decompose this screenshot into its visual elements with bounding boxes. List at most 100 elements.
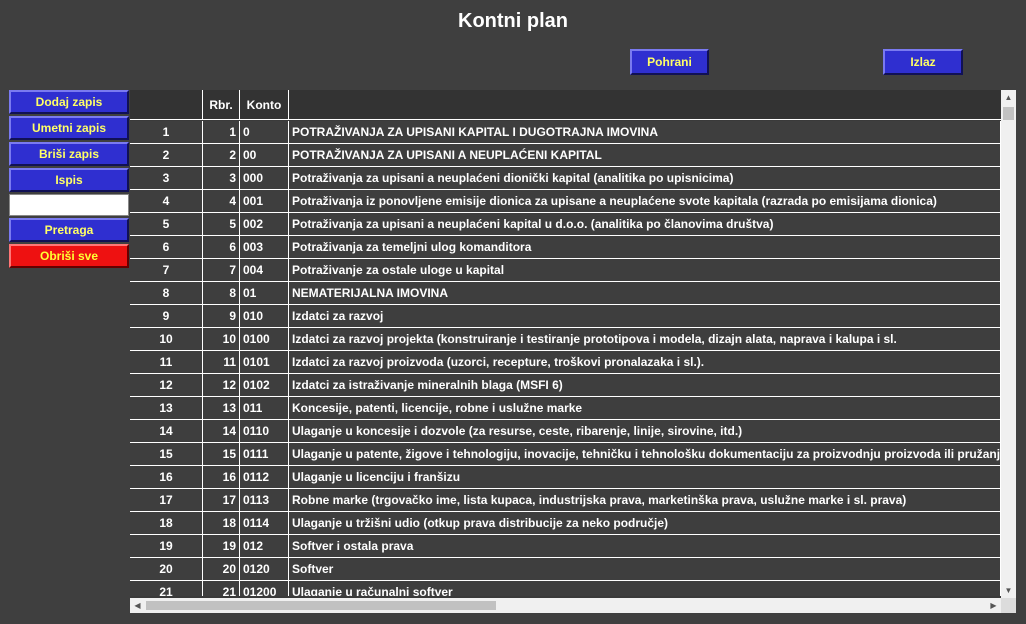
table-row[interactable]: 18 18 0114 Ulaganje u tržišni udio (otkup p… [130,512,1001,535]
table-row[interactable]: 21 21 01200 Ulaganje u računalni softver [130,581,1001,596]
table-row[interactable]: 13 13 011 Koncesije, patenti, licencije, ro… [130,397,1001,420]
description-cell[interactable]: POTRAŽIVANJA ZA UPISANI KAPITAL I DUGOTR… [289,121,1001,143]
table-row[interactable]: 7 7 004 Potraživanje za ostale uloge u kapi… [130,259,1001,282]
row-number-cell[interactable]: 19 [130,535,203,557]
row-number-cell[interactable]: 8 [130,282,203,304]
konto-cell[interactable]: 01 [240,282,289,304]
description-cell[interactable]: NEMATERIJALNA IMOVINA [289,282,1001,304]
konto-cell[interactable]: 0100 [240,328,289,350]
table-row[interactable]: 5 5 002 Potraživanja za upisani a neuplaćen… [130,213,1001,236]
konto-cell[interactable]: 0111 [240,443,289,465]
search-button[interactable]: Pretraga [9,218,129,242]
row-number-cell[interactable]: 11 [130,351,203,373]
search-input[interactable] [9,194,129,216]
column-header-description[interactable] [289,90,1001,120]
rbr-cell[interactable]: 5 [203,213,240,235]
table-row[interactable]: 9 9 010 Izdatci za razvoj [130,305,1001,328]
row-number-cell[interactable]: 15 [130,443,203,465]
column-header-rbr[interactable]: Rbr. [203,90,240,120]
konto-cell[interactable]: 0 [240,121,289,143]
row-number-cell[interactable]: 14 [130,420,203,442]
table-row[interactable]: 6 6 003 Potraživanja za temeljni ulog koman… [130,236,1001,259]
description-cell[interactable]: POTRAŽIVANJA ZA UPISANI A NEUPLAĆENI KAP… [289,144,1001,166]
konto-cell[interactable]: 012 [240,535,289,557]
row-number-cell[interactable]: 5 [130,213,203,235]
add-record-button[interactable]: Dodaj zapis [9,90,129,114]
konto-cell[interactable]: 0110 [240,420,289,442]
description-cell[interactable]: Ulaganje u računalni softver [289,581,1001,596]
table-row[interactable]: 12 12 0102 Izdatci za istraživanje mineraln… [130,374,1001,397]
row-number-cell[interactable]: 20 [130,558,203,580]
row-number-cell[interactable]: 2 [130,144,203,166]
table-row[interactable]: 11 11 0101 Izdatci za razvoj proizvoda (uzo… [130,351,1001,374]
scroll-down-icon[interactable]: ▼ [1001,583,1016,598]
row-number-cell[interactable]: 18 [130,512,203,534]
scroll-up-icon[interactable]: ▲ [1001,90,1016,105]
konto-cell[interactable]: 0114 [240,512,289,534]
description-cell[interactable]: Potraživanja za upisani a neuplaćeni kap… [289,213,1001,235]
rbr-cell[interactable]: 13 [203,397,240,419]
rbr-cell[interactable]: 4 [203,190,240,212]
description-cell[interactable]: Potraživanja za temeljni ulog komanditor… [289,236,1001,258]
rbr-cell[interactable]: 3 [203,167,240,189]
konto-cell[interactable]: 003 [240,236,289,258]
exit-button[interactable]: Izlaz [883,49,963,75]
konto-cell[interactable]: 0113 [240,489,289,511]
konto-cell[interactable]: 01200 [240,581,289,596]
description-cell[interactable]: Potraživanja za upisani a neuplaćeni dio… [289,167,1001,189]
delete-record-button[interactable]: Briši zapis [9,142,129,166]
vertical-scroll-thumb[interactable] [1003,107,1014,120]
description-cell[interactable]: Izdatci za razvoj projekta (konstruiranj… [289,328,1001,350]
rbr-cell[interactable]: 15 [203,443,240,465]
row-number-cell[interactable]: 1 [130,121,203,143]
description-cell[interactable]: Koncesije, patenti, licencije, robne i u… [289,397,1001,419]
rbr-cell[interactable]: 1 [203,121,240,143]
table-row[interactable]: 15 15 0111 Ulaganje u patente, žigove i teh… [130,443,1001,466]
konto-cell[interactable]: 011 [240,397,289,419]
table-row[interactable]: 1 1 0 POTRAŽIVANJA ZA UPISANI KAPITAL I DUG… [130,121,1001,144]
description-cell[interactable]: Potraživanje za ostale uloge u kapital [289,259,1001,281]
table-row[interactable]: 16 16 0112 Ulaganje u licenciju i franšizu [130,466,1001,489]
description-cell[interactable]: Softver i ostala prava [289,535,1001,557]
description-cell[interactable]: Potraživanja iz ponovljene emisije dioni… [289,190,1001,212]
konto-cell[interactable]: 010 [240,305,289,327]
rbr-cell[interactable]: 6 [203,236,240,258]
rbr-cell[interactable]: 7 [203,259,240,281]
description-cell[interactable]: Ulaganje u tržišni udio (otkup prava dis… [289,512,1001,534]
print-button[interactable]: Ispis [9,168,129,192]
table-row[interactable]: 4 4 001 Potraživanja iz ponovljene emisije … [130,190,1001,213]
table-row[interactable]: 19 19 012 Softver i ostala prava [130,535,1001,558]
rbr-cell[interactable]: 11 [203,351,240,373]
rbr-cell[interactable]: 18 [203,512,240,534]
konto-cell[interactable]: 0112 [240,466,289,488]
konto-cell[interactable]: 000 [240,167,289,189]
column-header-konto[interactable]: Konto [240,90,289,120]
table-row[interactable]: 8 8 01 NEMATERIJALNA IMOVINA [130,282,1001,305]
konto-cell[interactable]: 0102 [240,374,289,396]
vertical-scrollbar[interactable]: ▲ ▼ [1001,90,1016,598]
row-number-cell[interactable]: 17 [130,489,203,511]
rbr-cell[interactable]: 17 [203,489,240,511]
clear-all-button[interactable]: Obriši sve [9,244,129,268]
rbr-cell[interactable]: 12 [203,374,240,396]
table-row[interactable]: 20 20 0120 Softver [130,558,1001,581]
konto-cell[interactable]: 001 [240,190,289,212]
rbr-cell[interactable]: 2 [203,144,240,166]
row-number-cell[interactable]: 9 [130,305,203,327]
description-cell[interactable]: Softver [289,558,1001,580]
column-header-rownum[interactable] [130,90,203,120]
konto-cell[interactable]: 0101 [240,351,289,373]
rbr-cell[interactable]: 19 [203,535,240,557]
table-row[interactable]: 14 14 0110 Ulaganje u koncesije i dozvole (… [130,420,1001,443]
scroll-left-icon[interactable]: ◀ [130,598,145,613]
row-number-cell[interactable]: 10 [130,328,203,350]
row-number-cell[interactable]: 13 [130,397,203,419]
rbr-cell[interactable]: 10 [203,328,240,350]
description-cell[interactable]: Ulaganje u koncesije i dozvole (za resur… [289,420,1001,442]
row-number-cell[interactable]: 12 [130,374,203,396]
row-number-cell[interactable]: 4 [130,190,203,212]
horizontal-scrollbar[interactable]: ◀ ▶ [130,598,1001,613]
rbr-cell[interactable]: 21 [203,581,240,596]
konto-cell[interactable]: 002 [240,213,289,235]
konto-cell[interactable]: 004 [240,259,289,281]
